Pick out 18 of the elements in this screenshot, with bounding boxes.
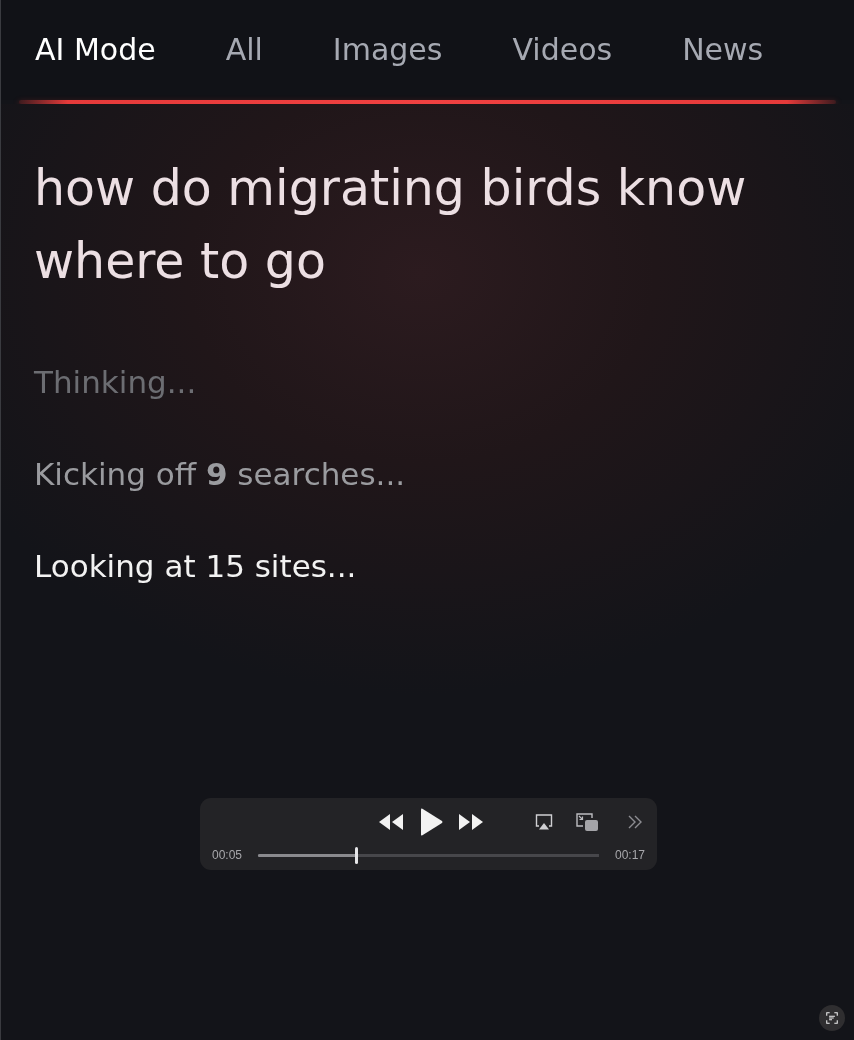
airplay-icon[interactable] (535, 814, 553, 830)
rewind-icon[interactable] (378, 814, 403, 830)
progress-step-text: Looking at 15 sites... (34, 547, 357, 586)
search-tab[interactable]: Images (332, 31, 443, 69)
progress-step-text: Kicking off 9 searches... (34, 455, 406, 494)
fast-forward-icon[interactable] (458, 814, 483, 830)
search-tab[interactable]: All (225, 31, 263, 69)
search-tab[interactable]: Videos (512, 31, 613, 69)
duration-time: 00:17 (614, 848, 645, 862)
elapsed-time: 00:05 (212, 848, 243, 862)
seek-bar-thumb[interactable] (355, 846, 359, 864)
picture-in-picture-icon[interactable] (576, 813, 598, 831)
double-chevron-icon[interactable] (627, 814, 643, 830)
play-icon[interactable] (418, 808, 443, 836)
search-tab[interactable]: News (682, 31, 764, 69)
progress-step-text: Thinking... (34, 363, 197, 402)
search-query: how do migrating birds know where to go (34, 159, 748, 292)
search-tab[interactable]: AI Mode (35, 31, 156, 69)
